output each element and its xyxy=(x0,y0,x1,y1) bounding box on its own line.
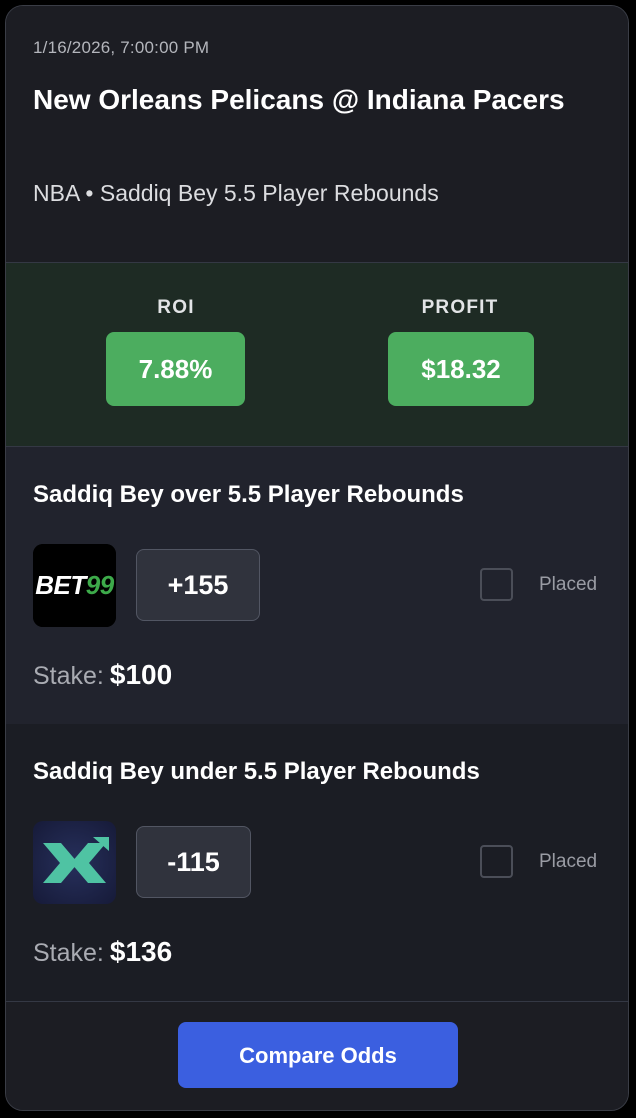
stake-label: Stake: xyxy=(33,939,104,967)
roi-badge: 7.88% xyxy=(106,332,245,406)
bet-leg-under: Saddiq Bey under 5.5 Player Rebounds -11… xyxy=(6,724,628,1002)
stake-row: Stake: $136 xyxy=(33,936,172,968)
placed-label: Placed xyxy=(539,574,598,595)
x-sportsbook-logo-icon[interactable] xyxy=(33,821,116,904)
arbitrage-card: 1/16/2026, 7:00:00 PM New Orleans Pelica… xyxy=(5,5,629,1111)
bet99-logo-graphic: BET99 xyxy=(33,544,116,627)
roi-label: ROI xyxy=(157,297,195,318)
stake-amount: $100 xyxy=(109,659,173,690)
metrics-panel: ROI 7.88% PROFIT $18.32 xyxy=(6,263,628,447)
x-logo-graphic xyxy=(43,837,109,883)
event-title: New Orleans Pelicans @ Indiana Pacers xyxy=(33,84,565,115)
odds-button-under[interactable]: -115 xyxy=(136,826,251,898)
stake-label: Stake: xyxy=(33,662,104,690)
profit-label: PROFIT xyxy=(421,297,499,318)
placed-checkbox-over[interactable] xyxy=(480,568,513,601)
bet99-logo-text-a: BET xyxy=(35,570,88,600)
compare-odds-button[interactable]: Compare Odds xyxy=(178,1022,458,1088)
odds-button-over[interactable]: +155 xyxy=(136,549,260,621)
bet99-logo-icon[interactable]: BET99 xyxy=(33,544,116,627)
placed-checkbox-under[interactable] xyxy=(480,845,513,878)
profit-badge: $18.32 xyxy=(388,332,534,406)
card-footer: Compare Odds xyxy=(6,1002,628,1110)
event-subtitle: NBA • Saddiq Bey 5.5 Player Rebounds xyxy=(33,180,439,206)
event-datetime: 1/16/2026, 7:00:00 PM xyxy=(33,38,210,57)
leg-title: Saddiq Bey under 5.5 Player Rebounds xyxy=(33,758,480,785)
bet-leg-over: Saddiq Bey over 5.5 Player Rebounds BET9… xyxy=(6,447,628,724)
placed-label: Placed xyxy=(539,851,598,872)
svg-text:BET99: BET99 xyxy=(35,570,114,600)
leg-title: Saddiq Bey over 5.5 Player Rebounds xyxy=(33,481,464,508)
bet99-logo-text-b: 99 xyxy=(86,570,115,600)
event-header: 1/16/2026, 7:00:00 PM New Orleans Pelica… xyxy=(6,6,628,263)
stake-amount: $136 xyxy=(109,936,173,967)
stake-row: Stake: $100 xyxy=(33,659,172,691)
